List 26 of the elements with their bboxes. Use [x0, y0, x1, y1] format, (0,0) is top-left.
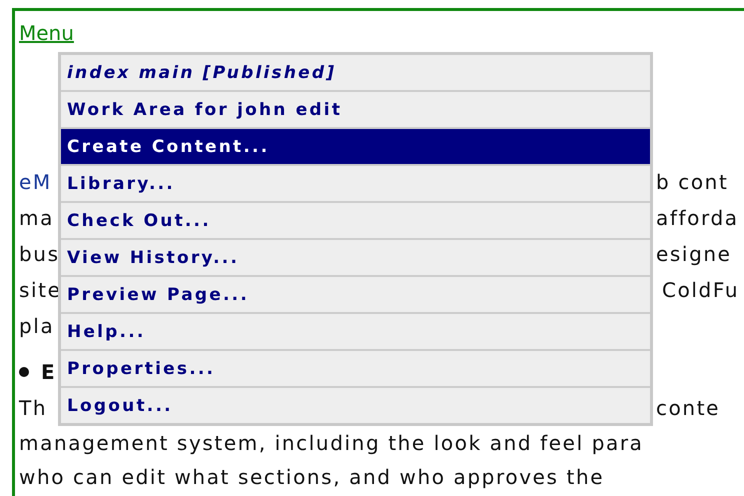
- text-fragment: afforda: [655, 206, 739, 230]
- heading-fragment: E: [41, 360, 56, 384]
- bullet-icon: [19, 367, 29, 377]
- text-fragment: bus: [19, 242, 60, 266]
- text-link[interactable]: eM: [19, 170, 52, 194]
- text-fragment: site: [19, 278, 62, 302]
- text-fragment: conte: [655, 396, 720, 420]
- menu-link[interactable]: Menu: [19, 21, 74, 45]
- menu-item[interactable]: Preview Page...: [61, 277, 650, 312]
- menu-item[interactable]: Logout...: [61, 388, 650, 423]
- paragraph-line: who can edit what sections, and who approves the: [19, 465, 604, 489]
- text-fragment: Th: [19, 396, 48, 420]
- menu-item[interactable]: View History...: [61, 240, 650, 275]
- menu-item[interactable]: Library...: [61, 166, 650, 201]
- menu-item[interactable]: Check Out...: [61, 203, 650, 238]
- menu-item[interactable]: index main [Published]: [61, 55, 650, 90]
- menu-item[interactable]: Create Content...: [61, 129, 650, 164]
- menu-item[interactable]: Help...: [61, 314, 650, 349]
- text-fragment: ma: [19, 206, 54, 230]
- text-fragment: esigne: [655, 242, 732, 266]
- menu-item[interactable]: Properties...: [61, 351, 650, 386]
- paragraph-line: management system, including the look and feel para: [19, 431, 644, 455]
- text-fragment: b cont: [655, 170, 728, 194]
- text-fragment: pla: [19, 314, 54, 338]
- menu-item[interactable]: Work Area for john edit: [61, 92, 650, 127]
- text-fragment: ColdFu: [661, 278, 740, 302]
